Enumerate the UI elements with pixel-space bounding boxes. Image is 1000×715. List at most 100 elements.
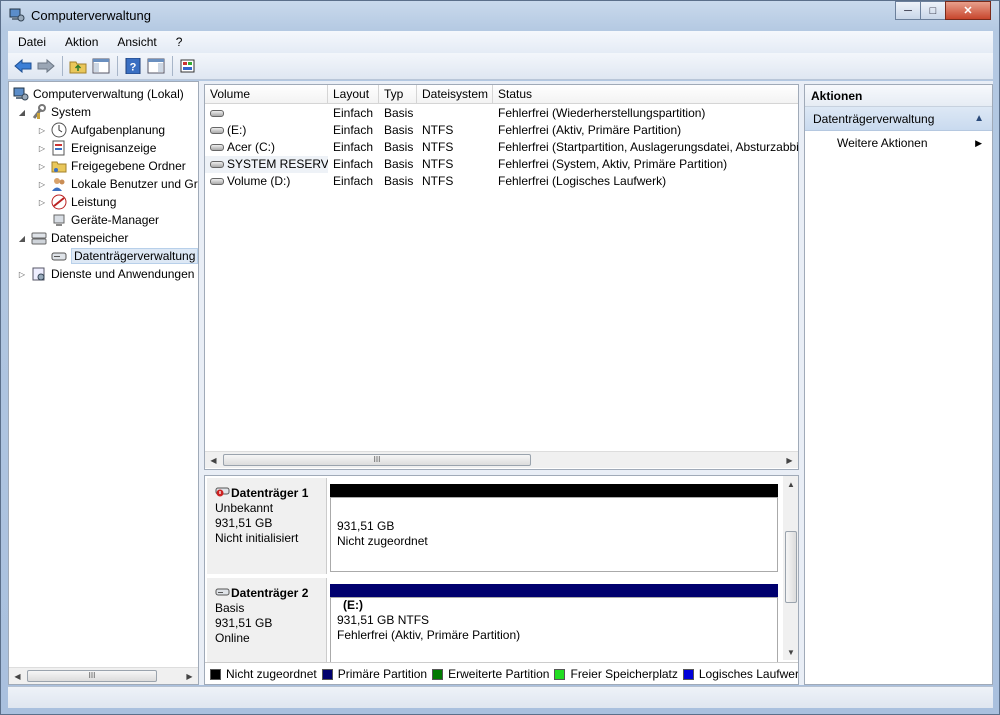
legend-swatch: [682, 668, 694, 680]
tree-item-services[interactable]: ▷ Dienste und Anwendungen: [17, 265, 195, 283]
legend-label: Logisches Laufwerk: [698, 667, 799, 681]
volume-row[interactable]: Volume (D:) Einfach Basis NTFS Fehlerfre…: [205, 173, 798, 190]
expand-arrow-icon[interactable]: ▷: [17, 270, 27, 279]
tree-item-storage[interactable]: ◢ Datenspeicher: [17, 229, 128, 247]
volume-status: Fehlerfrei (Logisches Laufwerk): [498, 174, 667, 188]
column-header-volume[interactable]: Volume: [205, 85, 328, 104]
tree-item-label: Datenträgerverwaltung: [71, 248, 199, 264]
toolbar-separator: [172, 56, 173, 76]
volume-row[interactable]: SYSTEM RESERVED Einfach Basis NTFS Fehle…: [205, 156, 798, 173]
tree-item-performance[interactable]: ▷ Leistung: [37, 193, 116, 211]
scroll-right-arrow-icon[interactable]: ▶: [781, 452, 798, 469]
disk-info-panel[interactable]: Datenträger 1 Unbekannt 931,51 GB Nicht …: [207, 478, 327, 574]
column-header-filesystem[interactable]: Dateisystem: [417, 85, 493, 104]
volume-icon: [210, 178, 224, 186]
menu-file[interactable]: Datei: [8, 35, 55, 49]
scroll-up-arrow-icon[interactable]: ▲: [783, 476, 798, 492]
scroll-left-arrow-icon[interactable]: ◀: [9, 668, 26, 685]
tree-item-root[interactable]: Computerverwaltung (Lokal): [13, 85, 184, 103]
collapse-arrow-icon[interactable]: ◢: [17, 234, 27, 243]
expand-arrow-icon[interactable]: ▷: [37, 144, 47, 153]
services-icon: [31, 266, 47, 282]
close-button[interactable]: ✕: [945, 1, 991, 20]
help-button[interactable]: ?: [122, 55, 144, 77]
menu-action[interactable]: Aktion: [55, 35, 107, 49]
partition-color-bar: [330, 484, 778, 497]
tree-item-label: Lokale Benutzer und Gr: [71, 177, 198, 191]
scroll-right-arrow-icon[interactable]: ▶: [181, 668, 198, 685]
collapse-arrow-icon[interactable]: ◢: [17, 108, 27, 117]
expand-arrow-icon[interactable]: ▷: [37, 162, 47, 171]
scroll-thumb[interactable]: [785, 531, 797, 603]
properties-button[interactable]: [177, 55, 199, 77]
scroll-thumb[interactable]: III: [27, 670, 157, 682]
disk-view-vertical-scrollbar[interactable]: ▲ ▼: [783, 476, 798, 660]
title-bar[interactable]: Computerverwaltung ─ □ ✕: [1, 1, 999, 29]
menu-help[interactable]: ?: [166, 35, 192, 49]
column-header-layout[interactable]: Layout: [328, 85, 379, 104]
partition-title: [337, 498, 771, 519]
show-hide-action-pane-button[interactable]: [145, 55, 167, 77]
volume-name: Acer (C:): [227, 140, 275, 154]
tree-item-local-users[interactable]: ▷ Lokale Benutzer und Gr: [37, 175, 198, 193]
menu-view[interactable]: Ansicht: [107, 35, 165, 49]
scroll-left-arrow-icon[interactable]: ◀: [205, 452, 222, 469]
properties-icon: [180, 59, 195, 73]
disk-name: Datenträger 1: [231, 486, 309, 500]
tree-item-shared-folders[interactable]: ▷ Freigegebene Ordner: [37, 157, 186, 175]
tree-item-label: Datenspeicher: [51, 231, 129, 245]
volume-row[interactable]: Acer (C:) Einfach Basis NTFS Fehlerfrei …: [205, 139, 798, 156]
disk-info-panel[interactable]: Datenträger 2 Basis 931,51 GB Online: [207, 578, 327, 674]
volume-list-horizontal-scrollbar[interactable]: ◀ III ▶: [205, 451, 798, 468]
partition-e-drive[interactable]: (E:) 931,51 GB NTFS Fehlerfrei (Aktiv, P…: [330, 597, 778, 672]
expand-arrow-icon[interactable]: ▷: [37, 126, 47, 135]
tree-item-disk-management[interactable]: Datenträgerverwaltung: [37, 247, 199, 265]
volume-type: Basis: [384, 123, 414, 137]
show-hide-tree-button[interactable]: [90, 55, 112, 77]
tools-icon: [31, 104, 47, 120]
disk-type: Basis: [215, 601, 245, 615]
up-folder-button[interactable]: [67, 55, 89, 77]
legend-swatch: [210, 668, 221, 680]
legend-label: Erweiterte Partition: [448, 667, 550, 681]
actions-section-disk-management[interactable]: Datenträgerverwaltung ▲: [805, 107, 992, 131]
volume-icon: [210, 161, 224, 169]
partition-unallocated[interactable]: 931,51 GB Nicht zugeordnet: [330, 497, 778, 572]
column-header-status[interactable]: Status: [493, 85, 798, 104]
legend-label: Primäre Partition: [337, 667, 428, 681]
column-header-type[interactable]: Typ: [379, 85, 417, 104]
minimize-button[interactable]: ─: [895, 1, 921, 20]
disk-size: 931,51 GB: [215, 516, 273, 530]
volume-icon: [210, 127, 224, 135]
legend-item: Logisches Laufwerk: [682, 667, 799, 681]
volume-filesystem: NTFS: [422, 157, 454, 171]
partition-size: 931,51 GB NTFS: [337, 613, 430, 627]
volume-row[interactable]: Einfach Basis Fehlerfrei (Wiederherstell…: [205, 105, 798, 122]
tree-item-task-scheduler[interactable]: ▷ Aufgabenplanung: [37, 121, 165, 139]
back-button[interactable]: [12, 55, 34, 77]
tree-item-device-manager[interactable]: Geräte-Manager: [37, 211, 159, 229]
tree-horizontal-scrollbar[interactable]: ◀ III ▶: [9, 667, 198, 684]
scroll-down-arrow-icon[interactable]: ▼: [783, 644, 798, 660]
volume-filesystem: NTFS: [422, 174, 454, 188]
tree-item-label: Dienste und Anwendungen: [51, 267, 195, 281]
disk-block-2[interactable]: Datenträger 2 Basis 931,51 GB Online (E:…: [205, 576, 783, 676]
disk-block-1[interactable]: Datenträger 1 Unbekannt 931,51 GB Nicht …: [205, 476, 783, 576]
more-actions-item[interactable]: Weitere Aktionen ▶: [805, 131, 992, 155]
legend-item: Erweiterte Partition: [432, 667, 549, 681]
expand-arrow-icon[interactable]: ▷: [37, 198, 47, 207]
tree-item-event-viewer[interactable]: ▷ Ereignisanzeige: [37, 139, 156, 157]
volume-type: Basis: [384, 157, 414, 171]
volume-list-header: Volume Layout Typ Dateisystem Status: [205, 85, 798, 104]
collapse-up-icon[interactable]: ▲: [974, 107, 984, 131]
volume-layout: Einfach: [333, 106, 374, 120]
scroll-thumb[interactable]: III: [223, 454, 531, 466]
tree-item-system[interactable]: ◢ System: [17, 103, 91, 121]
legend-label: Freier Speicherplatz: [570, 667, 678, 681]
submenu-arrow-icon: ▶: [975, 138, 982, 148]
volume-row[interactable]: (E:) Einfach Basis NTFS Fehlerfrei (Akti…: [205, 122, 798, 139]
expand-arrow-icon[interactable]: ▷: [37, 180, 47, 189]
more-actions-label: Weitere Aktionen: [837, 136, 928, 150]
forward-button[interactable]: [35, 55, 57, 77]
maximize-button[interactable]: □: [920, 1, 946, 20]
